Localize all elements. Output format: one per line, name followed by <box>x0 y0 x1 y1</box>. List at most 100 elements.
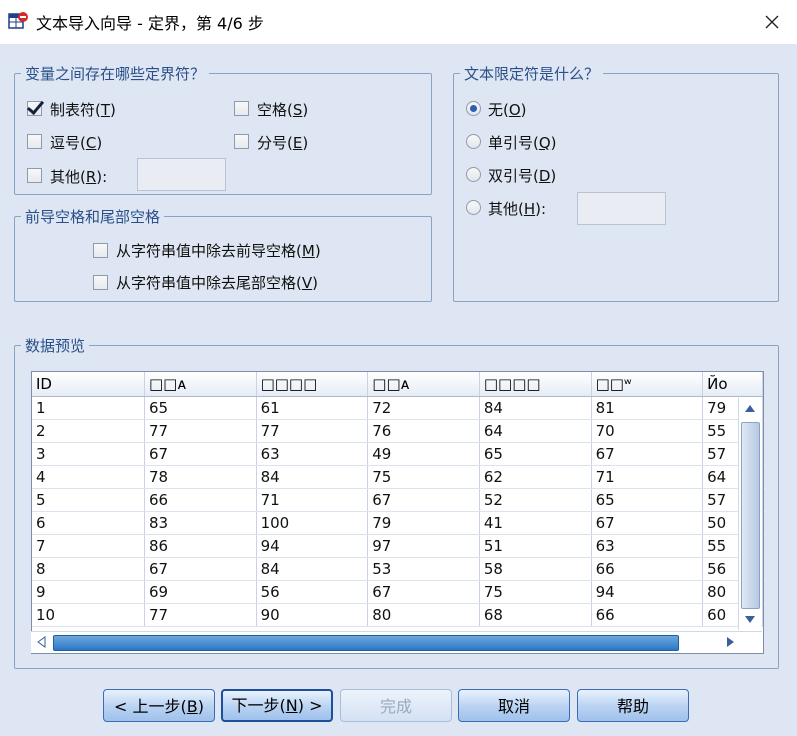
close-icon[interactable] <box>758 8 786 36</box>
leading-spaces-checkbox-box[interactable] <box>93 243 108 258</box>
semicolon-checkbox-label[interactable]: 分号(E) <box>257 132 308 153</box>
table-cell: 97 <box>367 534 480 558</box>
comma-checkbox-box[interactable] <box>27 134 42 149</box>
comma-checkbox-label[interactable]: 逗号(C) <box>50 132 102 153</box>
table-cell: 100 <box>256 511 369 535</box>
table-row[interactable]: 4 78 84 75 62 71 64 <box>32 465 763 489</box>
table-row[interactable]: 9 69 56 67 75 94 80 <box>32 580 763 604</box>
vertical-scrollbar[interactable] <box>738 398 761 630</box>
table-cell: 8 <box>32 557 145 581</box>
qualifier-none-radio-circle[interactable] <box>466 101 481 116</box>
leading-spaces-label[interactable]: 从字符串值中除去前导空格(M) <box>116 240 321 261</box>
table-cell: 71 <box>591 465 704 489</box>
qualifier-other-input[interactable] <box>577 192 666 225</box>
qualifier-other-radio-circle[interactable] <box>466 200 481 215</box>
table-cell: 84 <box>479 396 592 420</box>
table-cell: 83 <box>144 511 257 535</box>
scroll-right-icon[interactable] <box>725 636 735 648</box>
table-cell: 63 <box>591 534 704 558</box>
scroll-left-icon[interactable] <box>37 636 47 648</box>
table-cell: 71 <box>256 488 369 512</box>
tab-checkbox-label[interactable]: 制表符(T) <box>50 99 116 120</box>
qualifier-legend: 文本限定符是什么？ <box>464 65 600 83</box>
table-cell: 75 <box>367 465 480 489</box>
table-cell: 67 <box>144 557 257 581</box>
table-cell: 9 <box>32 580 145 604</box>
table-cell: 67 <box>591 511 704 535</box>
table-cell: 4 <box>32 465 145 489</box>
trailing-spaces-checkbox-box[interactable] <box>93 275 108 290</box>
table-cell: 66 <box>144 488 257 512</box>
table-cell: 67 <box>144 442 257 466</box>
column-header[interactable]: ID <box>32 372 145 397</box>
table-cell: 51 <box>479 534 592 558</box>
preview-header-row: ID □□ᴀ □□□□ □□ᴀ □□□□ □□ʷ Йо <box>32 372 763 397</box>
space-checkbox-box[interactable] <box>234 101 249 116</box>
help-button[interactable]: 帮助 <box>577 689 689 722</box>
table-cell: 80 <box>367 603 480 627</box>
scroll-down-icon[interactable] <box>744 614 756 624</box>
table-cell: 66 <box>591 557 704 581</box>
other-delimiter-checkbox-box[interactable] <box>27 168 42 183</box>
table-cell: 78 <box>144 465 257 489</box>
qualifier-none-label[interactable]: 无(O) <box>488 99 527 120</box>
table-row[interactable]: 2 77 77 76 64 70 55 <box>32 419 763 443</box>
table-row[interactable]: 5 66 71 67 52 65 57 <box>32 488 763 512</box>
table-row[interactable]: 8 67 84 53 58 66 56 <box>32 557 763 581</box>
horizontal-scrollbar[interactable] <box>31 631 762 653</box>
preview-table: ID □□ᴀ □□□□ □□ᴀ □□□□ □□ʷ Йо 1 65 61 72 84 81 7… <box>32 372 763 627</box>
trailing-spaces-label[interactable]: 从字符串值中除去尾部空格(V) <box>116 272 318 293</box>
cancel-button[interactable]: 取消 <box>458 689 570 722</box>
spss-table-icon <box>8 12 28 29</box>
scroll-up-icon[interactable] <box>744 404 756 414</box>
spaces-legend: 前导空格和尾部空格 <box>25 208 161 226</box>
qualifier-double-radio-circle[interactable] <box>466 167 481 182</box>
next-button[interactable]: 下一步(N) > <box>221 689 333 722</box>
finish-button[interactable]: 完成 <box>340 689 452 722</box>
data-preview-grid[interactable]: ID □□ᴀ □□□□ □□ᴀ □□□□ □□ʷ Йо 1 65 61 72 84 81 7… <box>31 371 764 654</box>
other-delimiter-input[interactable] <box>137 158 226 191</box>
table-row[interactable]: 1 65 61 72 84 81 79 <box>32 396 763 420</box>
table-cell: 72 <box>367 396 480 420</box>
table-cell: 67 <box>367 488 480 512</box>
table-cell: 2 <box>32 419 145 443</box>
window-title: 文本导入向导 - 定界，第 4/6 步 <box>36 14 264 33</box>
table-cell: 84 <box>256 465 369 489</box>
column-header[interactable]: □□□□ <box>479 372 592 397</box>
column-header[interactable]: □□ʷ <box>591 372 704 397</box>
tab-checkbox-box[interactable] <box>27 101 42 116</box>
table-row[interactable]: 7 86 94 97 51 63 55 <box>32 534 763 558</box>
table-cell: 86 <box>144 534 257 558</box>
table-row[interactable]: 6 83 100 79 41 67 50 <box>32 511 763 535</box>
table-cell: 6 <box>32 511 145 535</box>
table-row[interactable]: 3 67 63 49 65 67 57 <box>32 442 763 466</box>
other-delimiter-label[interactable]: 其他(R): <box>50 166 107 187</box>
vertical-scroll-thumb[interactable] <box>741 422 760 609</box>
table-cell: 67 <box>367 580 480 604</box>
table-cell: 65 <box>144 396 257 420</box>
table-cell: 5 <box>32 488 145 512</box>
table-cell: 49 <box>367 442 480 466</box>
column-header[interactable]: Йо <box>702 372 763 397</box>
table-cell: 64 <box>479 419 592 443</box>
table-cell: 58 <box>479 557 592 581</box>
table-cell: 65 <box>479 442 592 466</box>
column-header[interactable]: □□□□ <box>256 372 369 397</box>
preview-legend: 数据预览 <box>25 337 86 355</box>
semicolon-checkbox-box[interactable] <box>234 134 249 149</box>
horizontal-scroll-thumb[interactable] <box>53 635 679 651</box>
space-checkbox-label[interactable]: 空格(S) <box>257 99 308 120</box>
qualifier-single-label[interactable]: 单引号(Q) <box>488 132 557 153</box>
qualifier-other-label[interactable]: 其他(H): <box>488 198 546 219</box>
qualifier-single-radio-circle[interactable] <box>466 134 481 149</box>
table-cell: 69 <box>144 580 257 604</box>
table-cell: 41 <box>479 511 592 535</box>
column-header[interactable]: □□ᴀ <box>367 372 480 397</box>
table-cell: 63 <box>256 442 369 466</box>
column-header[interactable]: □□ᴀ <box>144 372 257 397</box>
table-cell: 65 <box>591 488 704 512</box>
qualifier-double-label[interactable]: 双引号(D) <box>488 165 556 186</box>
table-cell: 79 <box>367 511 480 535</box>
table-row[interactable]: 10 77 90 80 68 66 60 <box>32 603 763 627</box>
back-button[interactable]: < 上一步(B) <box>103 689 215 722</box>
